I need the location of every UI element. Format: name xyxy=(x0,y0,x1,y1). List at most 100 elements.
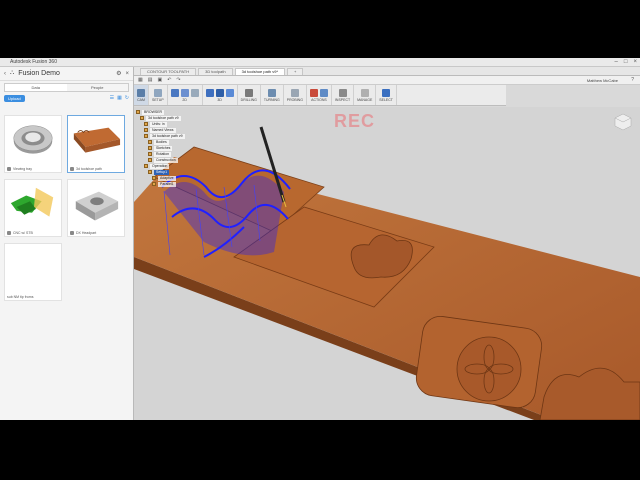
file-caption: sub NM tip froms xyxy=(7,295,34,299)
drill-icon xyxy=(244,88,253,97)
browser-node-label: Bodies xyxy=(154,139,169,145)
ribbon-group-probing[interactable]: PROBING xyxy=(284,85,307,105)
browser-node-label: Named Views xyxy=(150,127,176,133)
browser-node-label: Rotation xyxy=(154,151,172,157)
ribbon-group-label: INSPECT xyxy=(334,97,351,102)
browser-node[interactable]: Parallel1 xyxy=(136,181,231,187)
folder-icon xyxy=(144,122,148,126)
ribbon-group-label: TURNING xyxy=(263,97,280,102)
document-tabs: CONTOUR TOOLPATH 3D toolpath 3d toolshoe… xyxy=(134,67,640,76)
watermark: REC xyxy=(334,111,376,131)
3d-parallel-icon xyxy=(225,88,234,97)
file-icon[interactable]: ▤ xyxy=(148,77,153,83)
folder-icon xyxy=(136,110,140,114)
folder-icon xyxy=(144,164,148,168)
back-icon[interactable]: ‹ xyxy=(4,71,6,77)
close-panel-icon[interactable]: × xyxy=(125,71,129,77)
browser-node-label: Adaptive xyxy=(158,175,176,181)
title-bar: Autodesk Fusion 360 – □ × xyxy=(0,58,640,67)
2d-adaptive-icon xyxy=(170,88,179,97)
window-title: Autodesk Fusion 360 xyxy=(10,59,57,65)
ribbon-group-3d[interactable]: 3D xyxy=(203,85,238,105)
user-name[interactable]: Matthew McCabe xyxy=(587,78,618,83)
folder-icon xyxy=(148,170,152,174)
ribbon-group-drilling[interactable]: DRILLING xyxy=(238,85,261,105)
tab-data[interactable]: Data xyxy=(5,84,67,91)
minimize-icon[interactable]: – xyxy=(615,59,618,65)
ribbon-group-label: SELECT xyxy=(379,97,393,102)
file-thumbnail[interactable]: Viewing tray xyxy=(4,115,62,173)
ribbon-group-select[interactable]: SELECT xyxy=(376,85,397,105)
folder-icon xyxy=(148,146,152,150)
file-thumbnail[interactable]: sub NM tip froms xyxy=(4,243,62,301)
new-tab-button[interactable]: + xyxy=(287,68,304,75)
file-thumbnail[interactable]: CNC w/ STB xyxy=(4,179,62,237)
setup-icon xyxy=(153,88,162,97)
maximize-icon[interactable]: □ xyxy=(624,59,628,65)
toolshoe-thumbnail-image xyxy=(73,127,121,153)
ribbon-group-label: MANAGE xyxy=(357,97,373,102)
browser-node-label: BROWSER xyxy=(142,109,165,115)
file-caption: DX Headpart xyxy=(76,231,97,235)
folder-icon xyxy=(140,116,144,120)
browser-node-label: Units: in xyxy=(150,121,167,127)
refresh-icon[interactable]: ↻ xyxy=(125,95,129,101)
file-caption: Viewing tray xyxy=(13,167,33,171)
view-cube-icon[interactable] xyxy=(614,113,632,132)
probe-icon xyxy=(290,88,299,97)
grid-icon[interactable]: ▦ xyxy=(138,77,143,83)
browser-node-label: Construction xyxy=(154,157,178,163)
folder-icon xyxy=(144,128,148,132)
ribbon-group-actions[interactable]: ACTIONS xyxy=(307,85,332,105)
settings-icon[interactable]: ⚙ xyxy=(116,70,121,77)
doc-tab[interactable]: 3D toolpath xyxy=(198,68,233,75)
file-thumbnail[interactable]: DX Headpart xyxy=(67,179,125,237)
browser-node-label: Parallel1 xyxy=(158,181,176,187)
simulate-icon xyxy=(309,88,318,97)
select-icon xyxy=(382,88,391,97)
cnc-thumbnail-image xyxy=(10,187,54,217)
upload-button[interactable]: Upload xyxy=(4,94,25,102)
doc-tab-active[interactable]: 3d toolshoe path v9* xyxy=(234,68,286,75)
post-process-icon xyxy=(319,88,328,97)
3d-viewport[interactable]: REC BROWSER 3d toolshoe path v9 Units: in N… xyxy=(134,107,640,420)
project-name[interactable]: Fusion Demo xyxy=(18,70,60,77)
facing-icon xyxy=(190,88,199,97)
file-caption: 3d toolshoe path xyxy=(76,167,102,171)
doc-tab[interactable]: CONTOUR TOOLPATH xyxy=(140,68,197,75)
turning-icon xyxy=(267,88,276,97)
3d-pocket-icon xyxy=(215,88,224,97)
folder-icon xyxy=(152,182,156,186)
browser-node-label: Setup1 xyxy=(154,169,170,175)
project-icon: ⛬ xyxy=(10,70,15,76)
application-window: Autodesk Fusion 360 – □ × ‹ ⛬ Fusion Demo … xyxy=(0,58,640,420)
file-caption: CNC w/ STB xyxy=(13,231,33,235)
grid-view-icon[interactable]: ▦ xyxy=(117,95,122,101)
cam-icon xyxy=(137,88,145,97)
browser-node-label: 3d toolshoe path v9 xyxy=(146,115,181,121)
redo-icon[interactable]: ↷ xyxy=(176,77,180,83)
tool-library-icon xyxy=(360,88,369,97)
ribbon-group-2d[interactable]: 2D xyxy=(168,85,203,105)
list-view-icon[interactable]: ☰ xyxy=(110,95,114,101)
ribbon-group-label: 2D xyxy=(182,97,187,102)
ribbon-group-turning[interactable]: TURNING xyxy=(261,85,284,105)
data-panel: ‹ ⛬ Fusion Demo ⚙ × Data People Upload ☰… xyxy=(0,67,134,420)
quick-access-toolbar: ▦ ▤ ▣ ↶ ↷ Matthew McCabe ? xyxy=(134,76,640,85)
main-area: CONTOUR TOOLPATH 3D toolpath 3d toolshoe… xyxy=(134,67,640,420)
workspace-label: CAM xyxy=(137,97,145,102)
bearing-thumbnail-image xyxy=(13,125,53,154)
tab-people[interactable]: People xyxy=(67,84,129,91)
undo-icon[interactable]: ↶ xyxy=(167,77,171,83)
save-icon[interactable]: ▣ xyxy=(157,77,162,83)
workspace-switcher[interactable]: CAM xyxy=(134,85,149,105)
file-thumbnail[interactable]: 3d toolshoe path xyxy=(67,115,125,173)
2d-pocket-icon xyxy=(180,88,189,97)
ribbon-group-inspect[interactable]: INSPECT xyxy=(332,85,355,105)
help-icon[interactable]: ? xyxy=(631,77,634,83)
close-icon[interactable]: × xyxy=(633,59,637,65)
ribbon-group-manage[interactable]: MANAGE xyxy=(354,85,377,105)
browser-node-label: Operation xyxy=(150,163,170,169)
ribbon-toolbar: CAM SETUP 2D 3D DRILLING TURNING PROBING… xyxy=(134,85,506,106)
ribbon-group-setup[interactable]: SETUP xyxy=(149,85,168,105)
